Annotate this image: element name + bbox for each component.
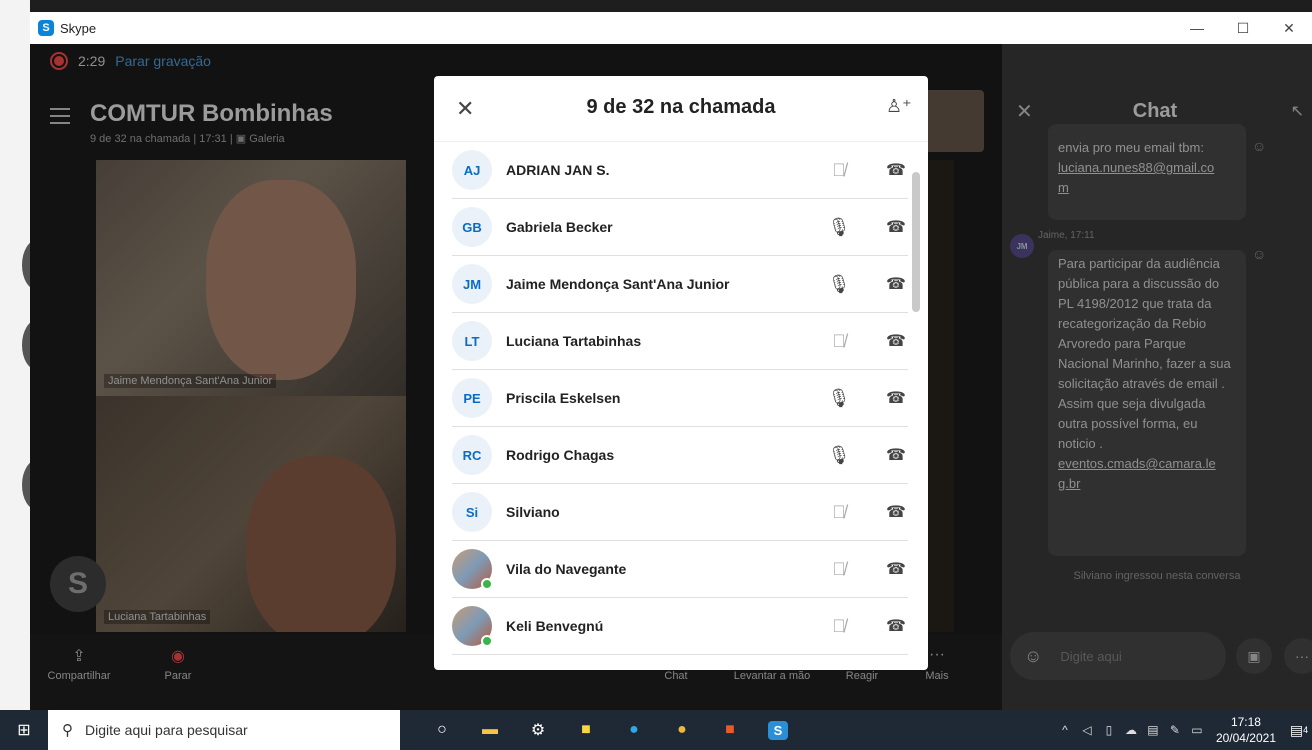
clock[interactable]: 17:18 20/04/2021 [1216, 714, 1276, 746]
participants-dialog: ✕ 9 de 32 na chamada ♙⁺ AJ ADRIAN JAN S. 🎙… [434, 76, 928, 670]
close-window-button[interactable]: ✕ [1266, 12, 1312, 44]
office-icon[interactable]: ■ [706, 710, 754, 750]
minimize-button[interactable]: — [1174, 12, 1220, 44]
participant-name: Priscila Eskelsen [506, 390, 621, 406]
background-app-strip [0, 0, 52, 710]
mic-icon[interactable]: 🎙 [824, 217, 854, 238]
remove-from-call-icon[interactable]: ☎ [884, 445, 908, 465]
remove-from-call-icon[interactable]: ☎ [884, 160, 908, 180]
participant-name: Gabriela Becker [506, 219, 613, 235]
remove-from-call-icon[interactable]: ☎ [884, 616, 908, 636]
file-explorer-icon[interactable]: ▬ [466, 710, 514, 750]
taskbar: ⊞ ⚲ Digite aqui para pesquisar ○ ▬ ⚙ ■ ●… [0, 710, 1312, 750]
avatar: RC [452, 435, 492, 475]
device-icon[interactable]: ▯ [1098, 723, 1120, 737]
scrollbar[interactable] [912, 172, 920, 312]
remove-from-call-icon[interactable]: ☎ [884, 559, 908, 579]
clock-date: 20/04/2021 [1215, 731, 1276, 745]
clock-time: 17:18 [1230, 715, 1261, 729]
maximize-button[interactable]: ☐ [1220, 12, 1266, 44]
cortana-icon[interactable]: ○ [418, 710, 466, 750]
mic-muted-icon[interactable]: 🎙̸ [824, 502, 854, 523]
online-status-icon [481, 578, 493, 590]
mic-icon[interactable]: 🎙 [824, 274, 854, 295]
participant-row[interactable]: PE Priscila Eskelsen 🎙 ☎ [452, 370, 908, 427]
avatar: Si [452, 492, 492, 532]
remove-from-call-icon[interactable]: ☎ [884, 502, 908, 522]
notification-icon[interactable]: ▤ 4 [1286, 710, 1312, 750]
participant-row[interactable]: RC Rodrigo Chagas 🎙 ☎ [452, 427, 908, 484]
chrome-icon[interactable]: ● [658, 710, 706, 750]
remove-from-call-icon[interactable]: ☎ [884, 331, 908, 351]
participant-name: Jaime Mendonça Sant'Ana Junior [506, 276, 730, 292]
start-button[interactable]: ⊞ [0, 710, 48, 750]
avatar [452, 606, 493, 647]
onedrive-icon[interactable]: ☁ [1120, 723, 1142, 737]
taskbar-search[interactable]: ⚲ Digite aqui para pesquisar [48, 710, 400, 750]
online-status-icon [481, 635, 493, 647]
dialog-header: ✕ 9 de 32 na chamada ♙⁺ [434, 76, 928, 142]
show-hidden-icons-icon[interactable]: ^ [1054, 723, 1076, 737]
mic-muted-icon[interactable]: 🎙̸ [824, 559, 854, 580]
avatar: GB [452, 207, 492, 247]
participant-name: ADRIAN JAN S. [506, 162, 610, 178]
avatar: LT [452, 321, 492, 361]
notification-count: 4 [1303, 725, 1309, 735]
remove-from-call-icon[interactable]: ☎ [884, 217, 908, 237]
settings-icon[interactable]: ⚙ [514, 710, 562, 750]
volume-icon[interactable]: ◁ [1076, 723, 1098, 737]
participant-name: Rodrigo Chagas [506, 447, 615, 463]
participant-row[interactable]: Vila do Navegante 🎙̸ ☎ [452, 541, 908, 598]
network-icon[interactable]: ▤ [1142, 723, 1164, 737]
mic-muted-icon[interactable]: 🎙̸ [824, 331, 854, 352]
participant-row[interactable]: LT Luciana Tartabinhas 🎙̸ ☎ [452, 313, 908, 370]
mic-muted-icon[interactable]: 🎙̸ [824, 616, 854, 637]
participants-list: AJ ADRIAN JAN S. 🎙̸ ☎ GB Gabriela Becker 🎙 ☎ JM J… [434, 142, 928, 670]
participant-row[interactable]: Si Silviano 🎙̸ ☎ [452, 484, 908, 541]
participant-row[interactable]: JM Jaime Mendonça Sant'Ana Junior 🎙 ☎ [452, 256, 908, 313]
search-icon: ⚲ [62, 722, 73, 739]
participant-name: Luciana Tartabinhas [506, 333, 642, 349]
keyboard-icon[interactable]: ▭ [1186, 723, 1208, 737]
avatar [452, 549, 493, 590]
pen-icon[interactable]: ✎ [1164, 723, 1186, 737]
participant-name: Keli Benvegnú [506, 618, 604, 634]
add-participant-icon[interactable]: ♙⁺ [886, 96, 912, 117]
edge-icon[interactable]: ● [610, 710, 658, 750]
participant-name: Vila do Navegante [506, 561, 627, 577]
skype-logo-icon: S [38, 20, 54, 36]
mic-icon[interactable]: 🎙 [824, 445, 854, 466]
avatar: PE [452, 378, 492, 418]
participant-row[interactable]: GB Gabriela Becker 🎙 ☎ [452, 199, 908, 256]
window-title: Skype [60, 20, 97, 36]
sticky-notes-icon[interactable]: ■ [562, 710, 610, 750]
mic-muted-icon[interactable]: 🎙̸ [824, 160, 854, 181]
participant-name: Silviano [506, 504, 560, 520]
window-titlebar: S Skype — ☐ ✕ [30, 12, 1312, 44]
mic-icon[interactable]: 🎙 [824, 388, 854, 409]
search-placeholder: Digite aqui para pesquisar [85, 722, 248, 738]
dialog-title: 9 de 32 na chamada [586, 96, 776, 118]
remove-from-call-icon[interactable]: ☎ [884, 274, 908, 294]
avatar: AJ [452, 150, 492, 190]
participant-row[interactable]: Keli Benvegnú 🎙̸ ☎ [452, 598, 908, 655]
remove-from-call-icon[interactable]: ☎ [884, 388, 908, 408]
avatar: JM [452, 264, 492, 304]
participant-row[interactable]: AJ ADRIAN JAN S. 🎙̸ ☎ [452, 142, 908, 199]
skype-taskbar-icon[interactable]: S [754, 710, 802, 750]
